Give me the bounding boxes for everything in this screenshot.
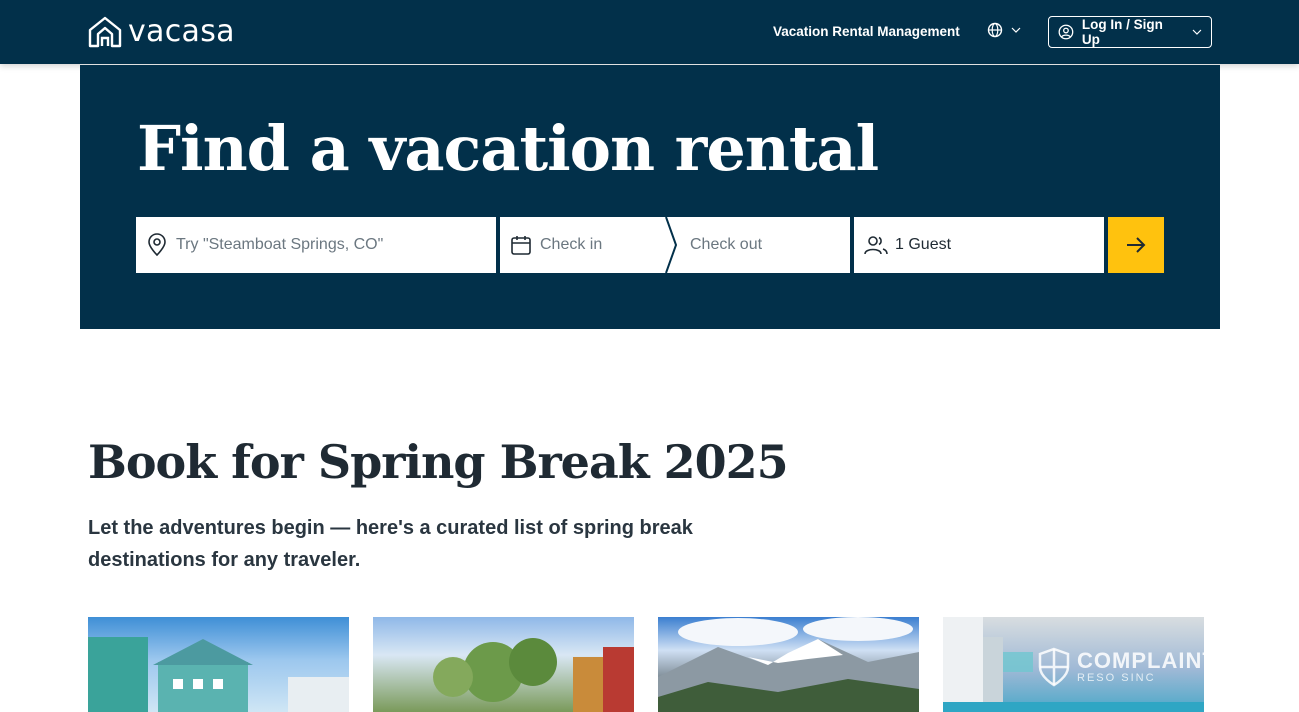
chevron-down-icon xyxy=(1011,27,1021,33)
destination-card-mountain-lodge[interactable] xyxy=(373,617,634,712)
guests-selector[interactable]: 1 Guest xyxy=(854,217,1104,273)
calendar-icon xyxy=(511,236,531,255)
shield-icon xyxy=(1038,647,1070,687)
chevron-down-icon xyxy=(1192,29,1202,35)
globe-icon xyxy=(987,22,1003,38)
top-navigation-bar: vacasa Vacation Rental Management Log In… xyxy=(0,0,1299,64)
section-subtitle: Let the adventures begin — here's a cura… xyxy=(88,517,693,571)
guests-icon xyxy=(864,236,888,255)
destination-card-oceanfront[interactable]: COMPLAINTBOARD RESO SINC xyxy=(943,617,1204,712)
date-range-arrow-divider xyxy=(665,217,678,273)
check-out-input[interactable]: Check out xyxy=(670,217,850,273)
hero-title: Find a vacation rental xyxy=(137,112,879,185)
arrow-right-icon xyxy=(1127,237,1146,253)
login-label: Log In / Sign Up xyxy=(1081,17,1163,47)
guests-value: 1 Guest xyxy=(895,236,952,253)
check-in-input[interactable]: Check in xyxy=(500,217,670,273)
login-signup-button[interactable]: Log In / Sign Up xyxy=(1048,16,1212,48)
beach-houses-photo xyxy=(88,637,349,712)
snowy-mountains-valley-photo xyxy=(658,617,919,712)
watermark-text: COMPLAINTBOARD xyxy=(1077,648,1204,673)
check-in-placeholder: Check in xyxy=(540,236,603,253)
hero-search-panel: Find a vacation rental Try "Steamboat Sp… xyxy=(80,65,1220,329)
destination-input[interactable]: Try "Steamboat Springs, CO" xyxy=(136,217,496,273)
watermark-small-text: RESO SINC xyxy=(1077,672,1156,684)
watermark: COMPLAINTBOARD RESO SINC xyxy=(1037,647,1204,687)
mountain-lodge-trees-photo xyxy=(433,638,634,712)
section-title: Book for Spring Break 2025 xyxy=(88,435,789,489)
user-circle-icon xyxy=(1058,24,1074,40)
search-submit-button[interactable] xyxy=(1108,217,1164,273)
vacation-rental-management-link[interactable]: Vacation Rental Management xyxy=(773,23,960,41)
house-logo-icon xyxy=(88,16,122,48)
check-out-placeholder: Check out xyxy=(690,236,763,253)
destination-card-beach[interactable] xyxy=(88,617,349,712)
language-selector[interactable] xyxy=(987,22,1021,38)
vacasa-logo[interactable]: vacasa xyxy=(88,16,235,48)
logo-text: vacasa xyxy=(128,14,235,49)
destination-card-snowy-mountains[interactable] xyxy=(658,617,919,712)
destination-placeholder: Try "Steamboat Springs, CO" xyxy=(176,236,384,253)
location-pin-icon xyxy=(148,233,166,257)
